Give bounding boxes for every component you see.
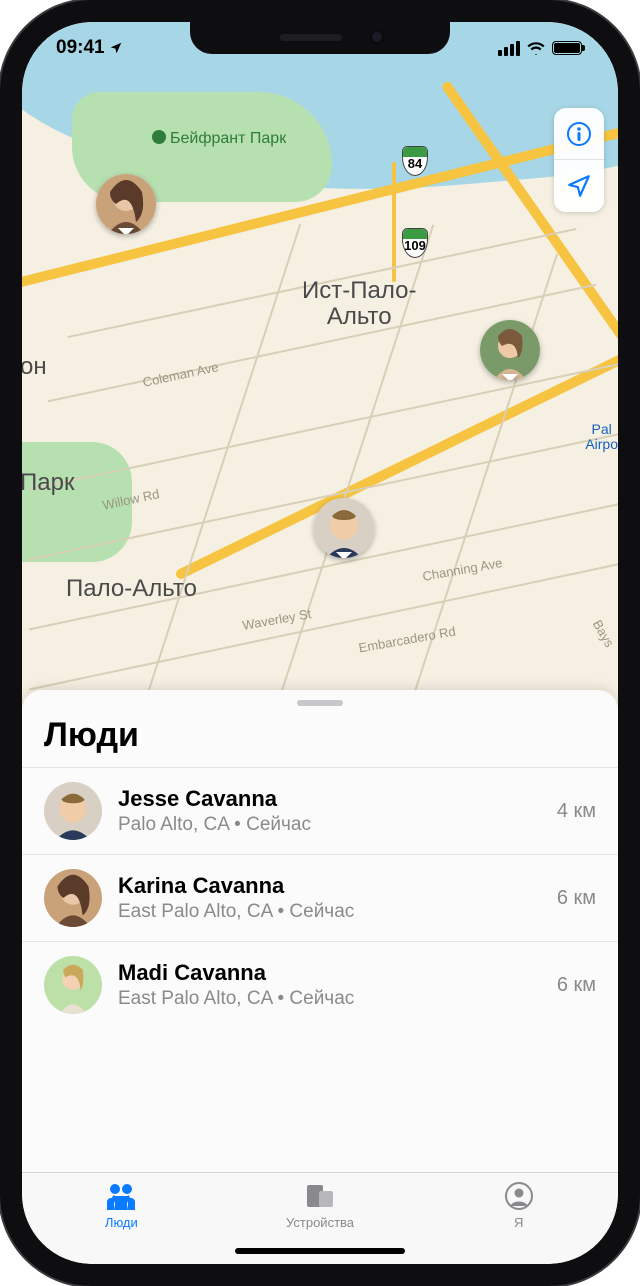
tab-people[interactable]: Люди bbox=[22, 1181, 221, 1230]
person-status: East Palo Alto, CA • Сейчас bbox=[118, 988, 547, 1010]
device-frame: 09:41 Бейфрант Парк Co bbox=[0, 0, 640, 1286]
wifi-icon bbox=[526, 41, 546, 55]
screen: 09:41 Бейфрант Парк Co bbox=[22, 22, 618, 1264]
map-info-button[interactable] bbox=[554, 108, 604, 160]
map-street-channing: Channing Ave bbox=[421, 555, 503, 584]
map-city-cut-left: он bbox=[22, 354, 47, 380]
people-icon bbox=[104, 1181, 138, 1211]
person-distance: 4 км bbox=[557, 800, 596, 823]
home-indicator[interactable] bbox=[235, 1248, 405, 1254]
avatar bbox=[44, 956, 102, 1014]
devices-icon bbox=[305, 1181, 335, 1211]
tab-label: Устройства bbox=[286, 1215, 354, 1230]
map-park-label: Бейфрант Парк bbox=[152, 130, 286, 148]
status-time: 09:41 bbox=[56, 37, 105, 59]
map-city-east-palo-alto: Ист-Пало- Альто bbox=[302, 278, 416, 331]
info-icon bbox=[565, 120, 593, 148]
person-row-jesse[interactable]: Jesse Cavanna Palo Alto, CA • Сейчас 4 к… bbox=[22, 767, 618, 854]
cellular-icon bbox=[498, 41, 520, 56]
person-status: Palo Alto, CA • Сейчас bbox=[118, 814, 547, 836]
sheet-grabber[interactable] bbox=[297, 700, 343, 706]
person-name: Madi Cavanna bbox=[118, 960, 547, 986]
person-row-madi[interactable]: Madi Cavanna East Palo Alto, CA • Сейчас… bbox=[22, 941, 618, 1028]
map-street-embarcadero: Embarcadero Rd bbox=[357, 624, 456, 656]
sheet-title: Люди bbox=[22, 712, 618, 767]
person-name: Karina Cavanna bbox=[118, 873, 547, 899]
power-button bbox=[618, 322, 624, 432]
person-row-karina[interactable]: Karina Cavanna East Palo Alto, CA • Сейч… bbox=[22, 854, 618, 941]
me-icon bbox=[505, 1181, 533, 1211]
people-list: Jesse Cavanna Palo Alto, CA • Сейчас 4 к… bbox=[22, 767, 618, 1172]
tab-me[interactable]: Я bbox=[419, 1181, 618, 1230]
map-poi-airport: PalAirpo bbox=[585, 422, 618, 451]
avatar bbox=[44, 869, 102, 927]
map-controls bbox=[554, 108, 604, 212]
location-arrow-icon bbox=[109, 41, 123, 55]
person-name: Jesse Cavanna bbox=[118, 786, 547, 812]
battery-icon bbox=[552, 41, 582, 55]
map-city-park-cut: Парк bbox=[22, 470, 74, 496]
tab-label: Люди bbox=[105, 1215, 138, 1230]
person-status: East Palo Alto, CA • Сейчас bbox=[118, 901, 547, 923]
notch bbox=[190, 22, 450, 54]
map-city-palo-alto: Пало-Альто bbox=[66, 576, 197, 602]
map-pin-madi[interactable] bbox=[480, 320, 540, 380]
map-locate-button[interactable] bbox=[554, 160, 604, 212]
location-arrow-icon bbox=[566, 173, 592, 199]
person-distance: 6 км bbox=[557, 887, 596, 910]
map-pin-karina[interactable] bbox=[96, 174, 156, 234]
person-distance: 6 км bbox=[557, 974, 596, 997]
map-view[interactable]: Бейфрант Парк Coleman Ave Willow Rd Wave… bbox=[22, 22, 618, 712]
tab-devices[interactable]: Устройства bbox=[221, 1181, 420, 1230]
map-street-bays: Bays bbox=[590, 617, 617, 650]
map-pin-jesse[interactable] bbox=[314, 498, 374, 558]
people-sheet[interactable]: Люди Jesse Cavanna Palo Alto, CA • Сейча… bbox=[22, 690, 618, 1264]
map-street-coleman: Coleman Ave bbox=[141, 359, 220, 390]
tab-label: Я bbox=[514, 1215, 523, 1230]
avatar bbox=[44, 782, 102, 840]
